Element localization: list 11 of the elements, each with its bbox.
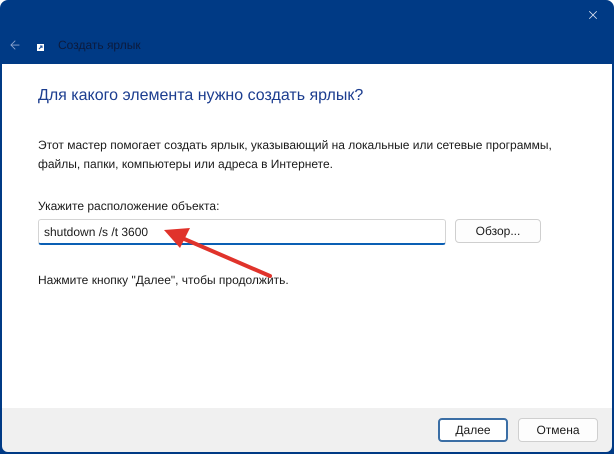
shortcut-icon [37,44,44,50]
description-text: Этот мастер помогает создать ярлык, указывающий на локальные или сетевые программы, файлы, папки, компьютеры или адреса в Интернете. [38,137,553,173]
browse-button[interactable]: Обзор... [455,219,541,243]
page-heading: Для какого элемента нужно создать ярлык? [38,86,364,106]
window-title: Создать ярлык [58,37,141,54]
location-label: Укажите расположение объекта: [38,198,220,215]
dialog-button[interactable]: Далее [438,418,508,442]
hint-text: Нажмите кнопку "Далее", чтобы продолжить. [38,272,290,289]
dialog-button[interactable]: Отмена [518,418,598,442]
close-icon[interactable] [586,8,600,22]
back-icon[interactable] [8,38,22,52]
